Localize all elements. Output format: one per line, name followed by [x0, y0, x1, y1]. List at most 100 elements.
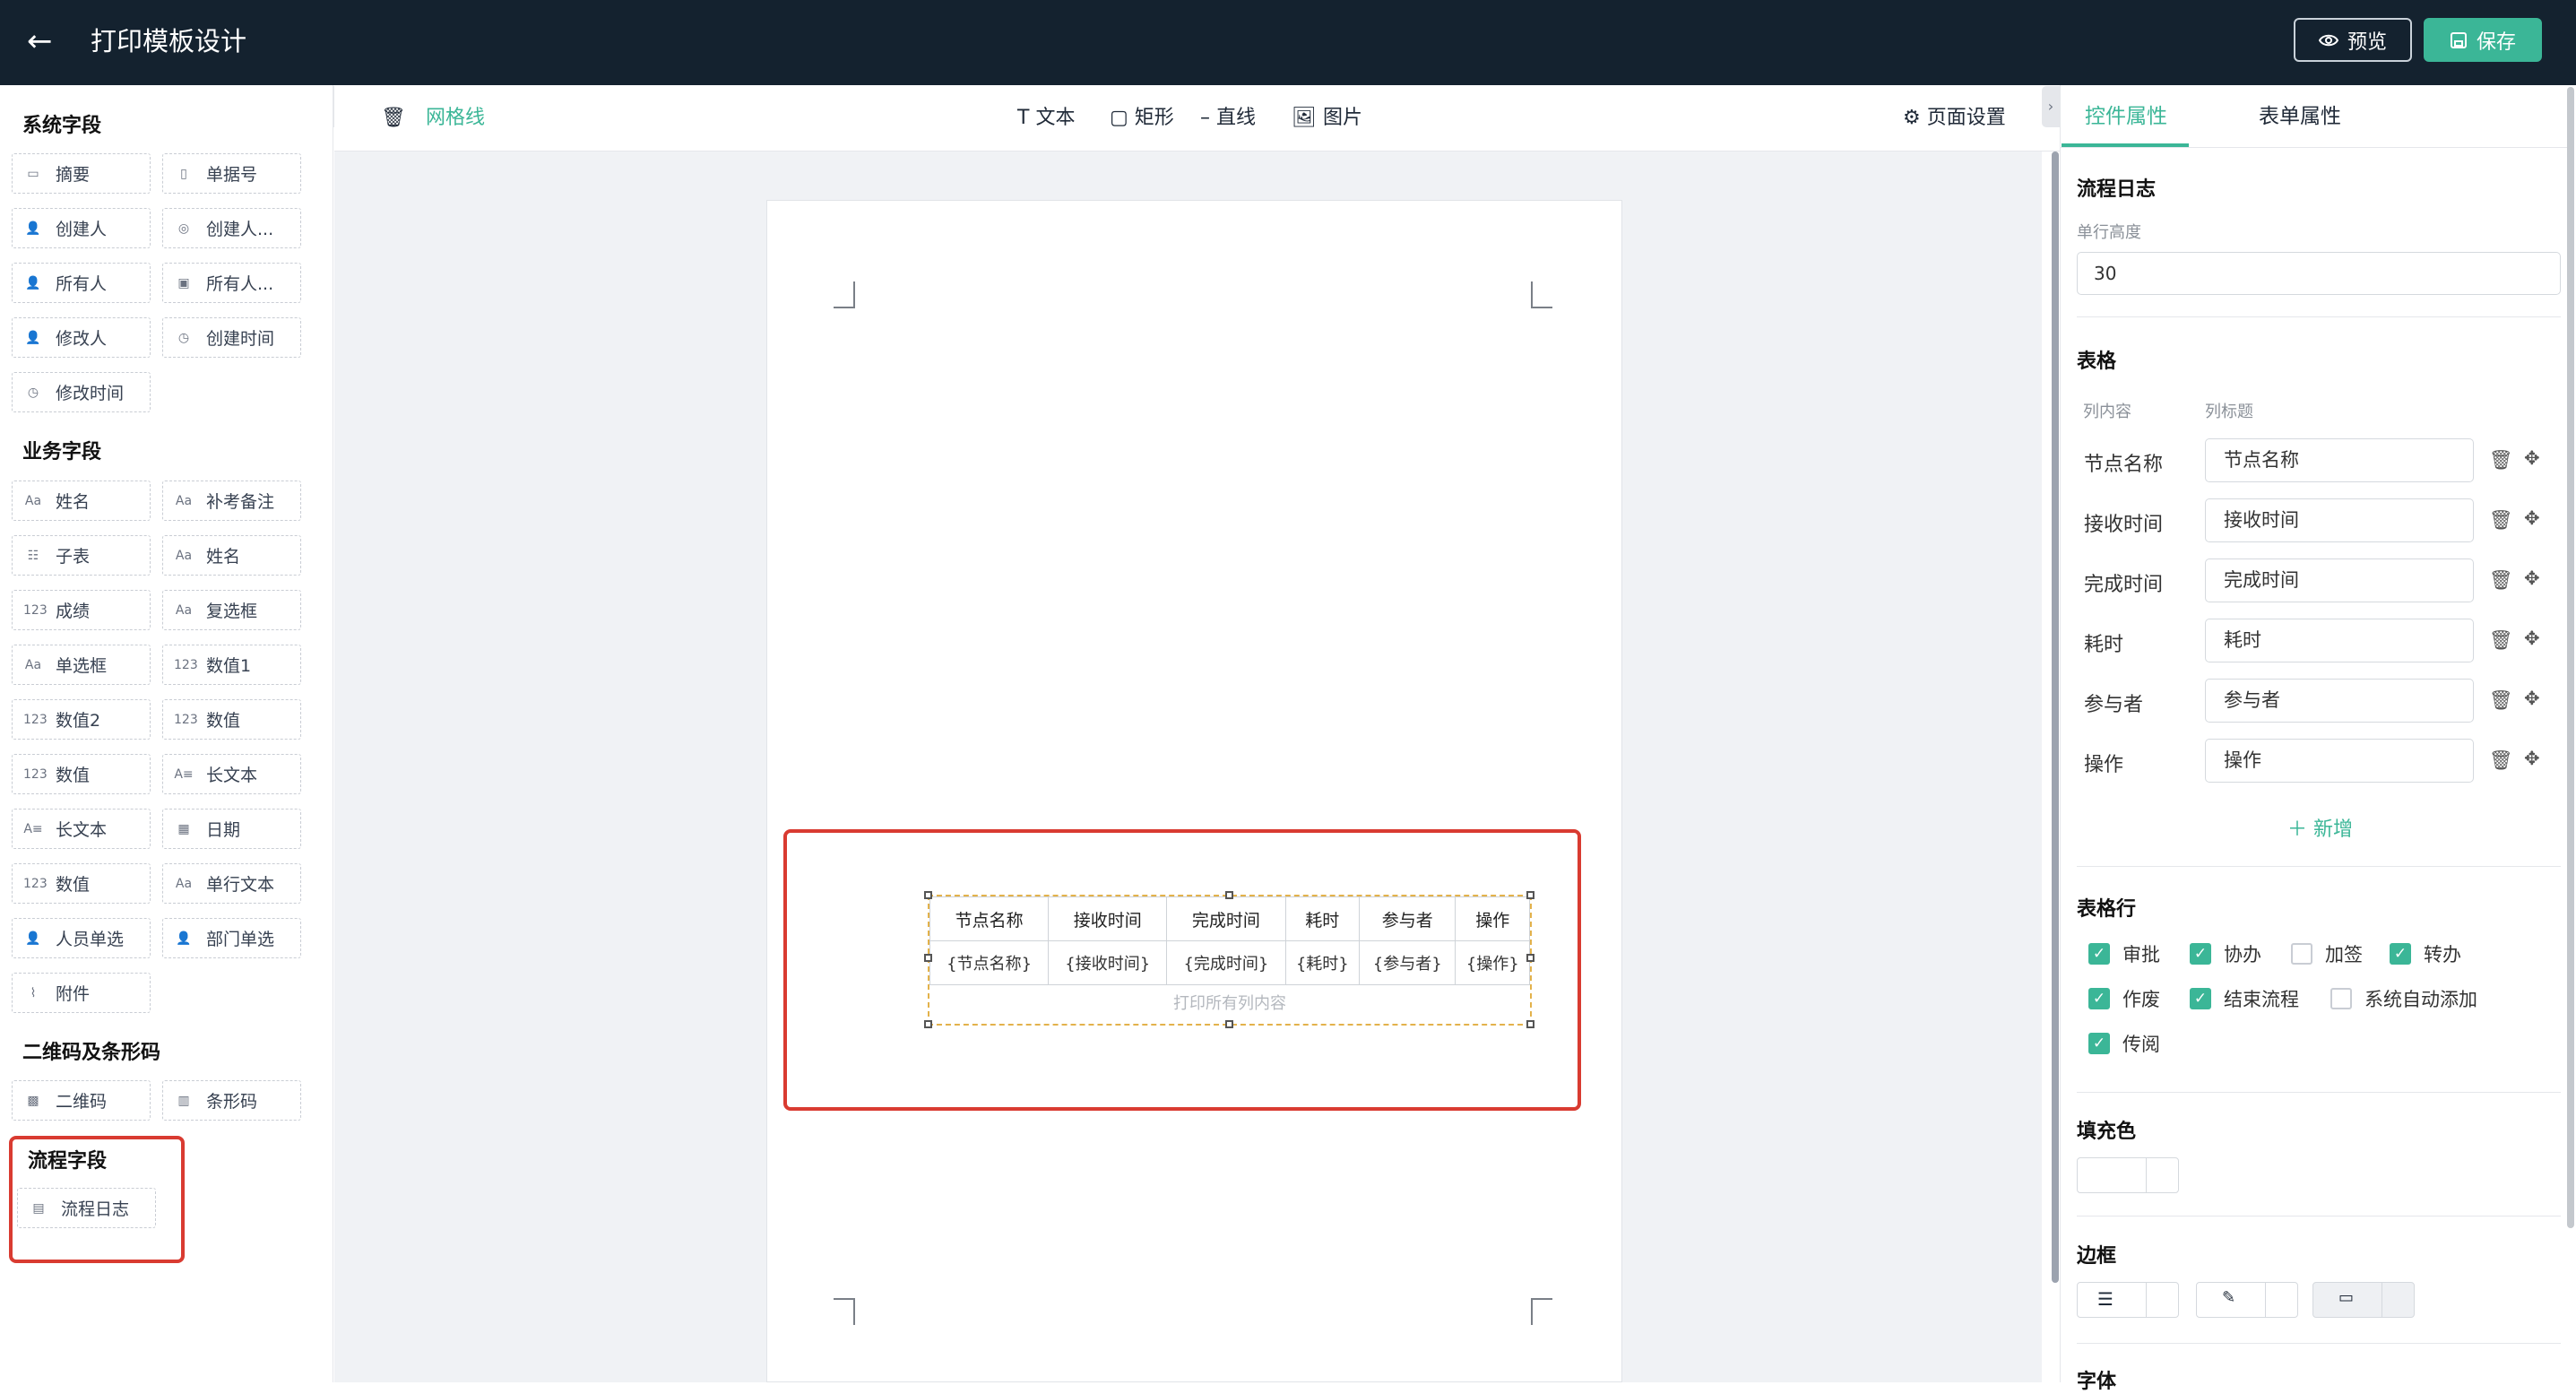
image-tool[interactable]: 🖼 图片: [1292, 105, 1362, 132]
field-item[interactable]: 👤 所有人: [12, 263, 151, 303]
delete-icon[interactable]: 🗑: [2489, 629, 2513, 652]
row-type-checkbox[interactable]: ✓ 结束流程: [2190, 985, 2299, 1012]
field-item[interactable]: 👤 部门单选: [162, 918, 301, 958]
tab-form-properties[interactable]: 表单属性: [2259, 103, 2341, 130]
row-height-input[interactable]: 30: [2077, 252, 2561, 295]
fill-color-title: 填充色: [2077, 1121, 2137, 1143]
text-tool[interactable]: T 文本: [1017, 105, 1075, 132]
column-title-input[interactable]: 接收时间: [2205, 498, 2474, 542]
field-item[interactable]: ◷ 修改时间: [12, 372, 151, 412]
field-label: 姓名: [56, 492, 91, 512]
preview-button[interactable]: 预览: [2294, 18, 2412, 62]
drag-move-icon[interactable]: ✥: [2524, 748, 2540, 769]
field-item[interactable]: ▦ 日期: [162, 809, 301, 849]
column-title-input[interactable]: 耗时: [2205, 619, 2474, 662]
save-icon: [2450, 31, 2467, 48]
field-item[interactable]: ⌇ 附件: [12, 973, 151, 1013]
column-title-input[interactable]: 节点名称: [2205, 438, 2474, 482]
field-item[interactable]: ▥ 条形码: [162, 1080, 301, 1121]
field-label: 数值1: [206, 656, 252, 676]
field-item[interactable]: 123 数值: [162, 699, 301, 740]
trash-icon[interactable]: 🗑: [381, 105, 406, 132]
grid-toggle[interactable]: 网格线: [426, 105, 485, 132]
text-tool-icon: T: [1017, 107, 1036, 129]
field-item[interactable]: ◎ 创建人...: [162, 208, 301, 248]
column-title-input[interactable]: 完成时间: [2205, 558, 2474, 602]
delete-icon[interactable]: 🗑: [2489, 509, 2513, 532]
system-fields-title: 系统字段: [22, 115, 102, 137]
drag-move-icon[interactable]: ✥: [2524, 567, 2540, 589]
column-content: 参与者: [2084, 694, 2144, 716]
field-item[interactable]: 123 数值: [12, 863, 151, 904]
field-item[interactable]: ☷ 子表: [12, 535, 151, 576]
page-settings-label: 页面设置: [1926, 107, 2006, 129]
row-type-checkbox[interactable]: ✓ 作废: [2088, 985, 2160, 1012]
border-style-select[interactable]: ☰: [2077, 1282, 2179, 1318]
field-item[interactable]: A≡ 长文本: [162, 754, 301, 794]
delete-icon[interactable]: 🗑: [2489, 749, 2513, 772]
field-item[interactable]: A≡ 长文本: [12, 809, 151, 849]
field-item[interactable]: ▩ 二维码: [12, 1080, 151, 1121]
field-item[interactable]: 123 成绩: [12, 590, 151, 630]
row-type-checkbox[interactable]: ✓ 协办: [2190, 940, 2261, 967]
line-tool[interactable]: – 直线: [1200, 105, 1256, 132]
field-label: 所有人: [56, 274, 108, 294]
field-item[interactable]: ▭ 摘要: [12, 153, 151, 194]
field-item[interactable]: 123 数值: [12, 754, 151, 794]
qrcode-icon: ▩: [27, 1093, 39, 1108]
canvas-scrollbar[interactable]: [2052, 152, 2059, 1283]
row-type-checkbox[interactable]: 加签: [2291, 940, 2363, 967]
department-icon: ◎: [177, 221, 190, 236]
save-button[interactable]: 保存: [2424, 18, 2542, 62]
field-label: 单选框: [56, 656, 108, 676]
field-item[interactable]: Aa 单选框: [12, 645, 151, 685]
row-type-checkbox[interactable]: 系统自动添加: [2330, 985, 2477, 1012]
margin-corner-mark: [834, 1298, 855, 1325]
column-title-input[interactable]: 参与者: [2205, 679, 2474, 723]
tab-control-properties[interactable]: 控件属性: [2085, 103, 2167, 130]
row-type-checkbox[interactable]: ✓ 审批: [2088, 940, 2160, 967]
field-item[interactable]: ▣ 所有人...: [162, 263, 301, 303]
drag-move-icon[interactable]: ✥: [2524, 688, 2540, 709]
page-settings-button[interactable]: ⚙ 页面设置: [1903, 105, 2006, 132]
field-item[interactable]: Aa 姓名: [162, 535, 301, 576]
field-item[interactable]: Aa 单行文本: [162, 863, 301, 904]
column-title-input[interactable]: 操作: [2205, 739, 2474, 783]
field-item[interactable]: 123 数值1: [162, 645, 301, 685]
rect-tool[interactable]: ▢ 矩形: [1110, 105, 1174, 132]
drag-move-icon[interactable]: ✥: [2524, 447, 2540, 469]
field-item[interactable]: Aa 姓名: [12, 481, 151, 521]
field-item[interactable]: Aa 补考备注: [162, 481, 301, 521]
top-bar: ← 打印模板设计 预览 保存: [0, 0, 2576, 85]
text-icon: Aa: [24, 657, 42, 672]
doc-number-icon: ▯: [180, 166, 187, 181]
back-arrow-icon[interactable]: ←: [27, 23, 53, 59]
field-item[interactable]: 👤 修改人: [12, 317, 151, 358]
field-label: 创建人: [56, 220, 108, 239]
row-type-checkbox[interactable]: ✓ 转办: [2390, 940, 2461, 967]
field-item[interactable]: ▯ 单据号: [162, 153, 301, 194]
field-item[interactable]: 👤 人员单选: [12, 918, 151, 958]
border-color-picker[interactable]: ✎: [2196, 1282, 2298, 1318]
checkbox-icon: ✓: [2088, 1033, 2110, 1054]
delete-icon[interactable]: 🗑: [2489, 449, 2513, 472]
field-item[interactable]: 👤 创建人: [12, 208, 151, 248]
drag-move-icon[interactable]: ✥: [2524, 628, 2540, 649]
border-position-select[interactable]: ▭: [2312, 1282, 2415, 1318]
field-item[interactable]: ◷ 创建时间: [162, 317, 301, 358]
delete-icon[interactable]: 🗑: [2489, 689, 2513, 712]
row-type-checkbox[interactable]: ✓ 传阅: [2088, 1030, 2160, 1057]
field-label: 长文本: [56, 820, 108, 840]
collapse-right-panel-icon[interactable]: ›: [2042, 86, 2060, 127]
field-item[interactable]: Aa 复选框: [162, 590, 301, 630]
summary-icon: ▭: [27, 166, 39, 181]
delete-icon[interactable]: 🗑: [2489, 569, 2513, 592]
checkbox-icon: ✓: [2190, 943, 2211, 965]
add-column-button[interactable]: ＋ 新增: [2287, 813, 2353, 842]
divider: [2077, 1216, 2561, 1217]
properties-scrollbar[interactable]: [2567, 87, 2574, 1228]
fill-color-picker[interactable]: [2077, 1157, 2179, 1193]
field-label: 日期: [206, 820, 241, 840]
drag-move-icon[interactable]: ✥: [2524, 507, 2540, 529]
field-item[interactable]: 123 数值2: [12, 699, 151, 740]
